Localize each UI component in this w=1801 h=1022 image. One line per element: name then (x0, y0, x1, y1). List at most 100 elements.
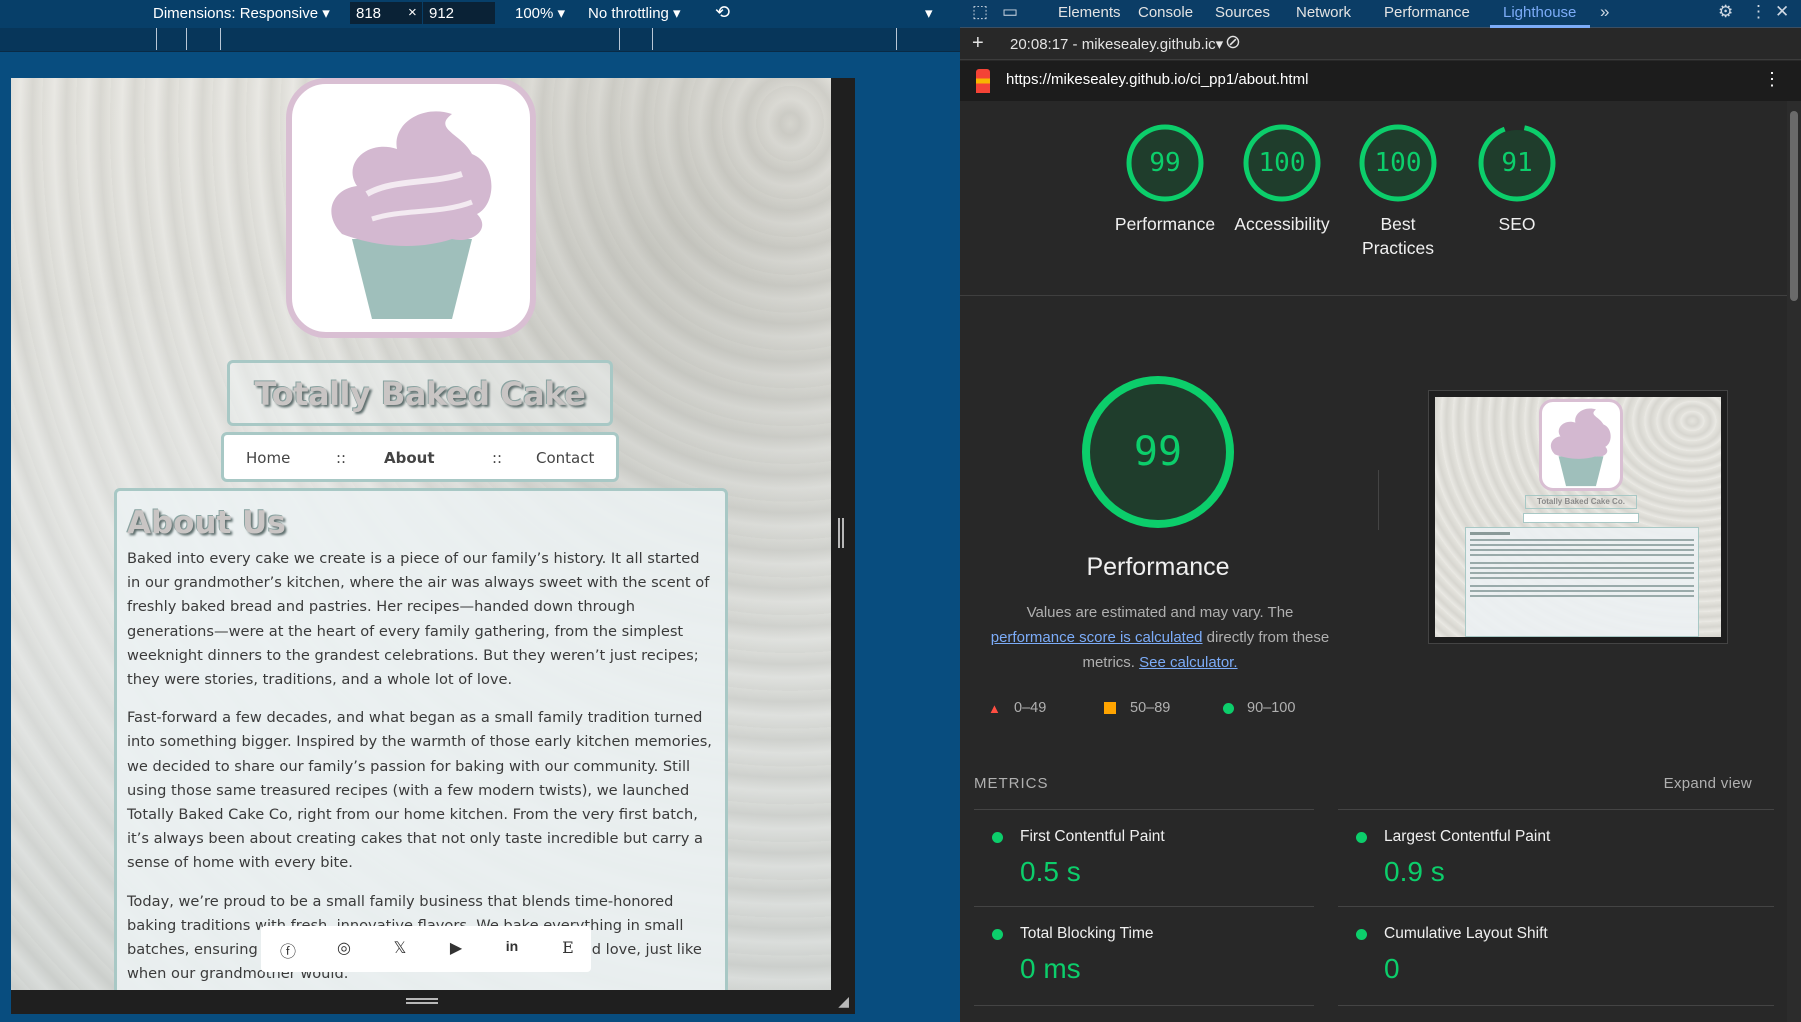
score-label: Performance (1114, 214, 1216, 234)
metric-name: Total Blocking Time (1020, 925, 1154, 942)
metric-fcp: First Contentful Paint 0.5 s (974, 822, 1334, 912)
divider (1338, 906, 1774, 907)
clear-icon[interactable]: ⊘ (1225, 31, 1241, 54)
about-paragraph: Baked into every cake we create is a pie… (127, 550, 710, 689)
gauge-accessibility[interactable]: 100 Accessibility (1217, 122, 1347, 236)
divider (974, 809, 1314, 810)
divider (974, 906, 1314, 907)
report-selector[interactable]: 20:08:17 - mikesealey.github.ic▾ (1010, 35, 1223, 53)
rotate-icon[interactable]: ⟲ (715, 2, 730, 23)
times-sign: × (408, 4, 417, 21)
inspect-element-icon[interactable]: ⬚ (972, 2, 988, 22)
more-options-icon[interactable]: ▾ (925, 4, 933, 22)
gauge-performance[interactable]: 99 Performance (1105, 122, 1225, 236)
device-emulation-area: Dimensions: Responsive ▾ × 100% ▾ No thr… (0, 0, 960, 1022)
settings-gear-icon[interactable]: ⚙ (1718, 2, 1733, 22)
zoom-dropdown[interactable]: 100% ▾ (515, 4, 565, 22)
tab-lighthouse[interactable]: Lighthouse (1503, 4, 1576, 21)
report-url[interactable]: https://mikesealey.github.io/ci_pp1/abou… (1006, 71, 1308, 88)
divider (1338, 809, 1774, 810)
performance-title: Performance (1086, 553, 1230, 581)
metric-value: 0 ms (1020, 953, 1081, 984)
legend-fail: 0–49 (1014, 700, 1047, 716)
youtube-icon[interactable]: ▶ (445, 938, 467, 958)
metric-name: Cumulative Layout Shift (1384, 925, 1548, 942)
score-label: Best Practices (1362, 214, 1434, 258)
tab-network[interactable]: Network (1296, 4, 1351, 21)
pass-circle-icon (992, 929, 1003, 940)
pass-circle-icon (1223, 703, 1234, 714)
about-section: About Us Baked into every cake we create… (114, 488, 728, 990)
legend-pass: 90–100 (1247, 700, 1296, 716)
metric-value: 0.9 s (1384, 856, 1445, 887)
performance-description: Values are estimated and may vary. The p… (990, 604, 1330, 671)
dimensions-dropdown[interactable]: Dimensions: Responsive ▾ (153, 4, 330, 22)
throttling-dropdown[interactable]: No throttling ▾ (588, 4, 681, 22)
expand-view-toggle[interactable]: Expand view (1664, 775, 1752, 792)
new-report-plus-icon[interactable]: + (972, 32, 984, 55)
height-input[interactable] (423, 2, 495, 24)
legend-average: 50–89 (1130, 700, 1171, 716)
metric-tbt: Total Blocking Time 0 ms (974, 919, 1334, 1009)
instagram-icon[interactable]: ◎ (333, 938, 355, 958)
nav-contact-link[interactable]: Contact (536, 449, 594, 467)
metrics-title: METRICS (974, 775, 1049, 792)
metric-value: 0.5 s (1020, 856, 1081, 887)
pass-circle-icon (1356, 929, 1367, 940)
dropdown-arrow-icon: ▾ (322, 5, 330, 22)
nav-separator: :: (336, 449, 347, 467)
tab-console[interactable]: Console (1138, 4, 1193, 21)
gauge-seo[interactable]: 91 SEO (1457, 122, 1577, 236)
score-calculated-link[interactable]: performance score is calculated (991, 629, 1203, 646)
pass-circle-icon (1356, 832, 1367, 843)
tab-performance[interactable]: Performance (1384, 4, 1470, 21)
tab-elements[interactable]: Elements (1058, 4, 1121, 21)
score-label: Accessibility (1234, 214, 1330, 234)
zoom-label: 100% (515, 5, 554, 22)
close-icon[interactable]: ✕ (1775, 2, 1789, 22)
gauge-best-practices[interactable]: 100 Best Practices (1338, 122, 1458, 260)
lighthouse-icon (976, 69, 990, 93)
score-value: 100 (1374, 148, 1422, 178)
devtools-panel: ⬚ ▭ Elements Console Sources Network Per… (960, 0, 1801, 1022)
nav-separator: :: (492, 449, 503, 467)
device-toolbar: Dimensions: Responsive ▾ × 100% ▾ No thr… (0, 0, 960, 28)
resize-handle[interactable] (838, 518, 844, 548)
thumbnail-title: Totally Baked Cake Co. (1525, 495, 1637, 509)
devtools-scrollbar[interactable] (1787, 101, 1801, 1022)
cupcake-logo (286, 78, 536, 338)
thumbnail-logo (1539, 399, 1623, 491)
x-icon[interactable]: 𝕏 (389, 938, 411, 958)
device-toggle-icon[interactable]: ▭ (1002, 2, 1018, 22)
nav-about-link[interactable]: About (384, 449, 435, 467)
see-calculator-link[interactable]: See calculator. (1139, 654, 1237, 671)
score-value: 99 (1149, 148, 1181, 178)
linkedin-icon[interactable]: in (501, 938, 523, 954)
metric-lcp: Largest Contentful Paint 0.9 s (1338, 822, 1698, 912)
corner-resize-handle[interactable]: ◢ (838, 993, 849, 1010)
etsy-icon[interactable]: E (557, 938, 579, 957)
facebook-icon[interactable]: ⓕ (277, 938, 299, 962)
report-menu-icon[interactable]: ⋮ (1763, 69, 1781, 90)
page-viewport[interactable]: Totally Baked Cake Co. Home :: About :: … (11, 78, 831, 990)
social-links-bar: ⓕ ◎ 𝕏 ▶ in E (261, 926, 591, 972)
bottom-resize-handle[interactable] (406, 998, 438, 1004)
divider (974, 1005, 1314, 1006)
site-title[interactable]: Totally Baked Cake Co. (227, 360, 613, 475)
tab-sources[interactable]: Sources (1215, 4, 1270, 21)
score-legend: ▲ 0–49 50–89 90–100 (988, 700, 1358, 724)
performance-big-gauge: 99 (1078, 372, 1238, 532)
pass-circle-icon (992, 832, 1003, 843)
lighthouse-toolbar: + 20:08:17 - mikesealey.github.ic▾ ⊘ (960, 28, 1801, 60)
about-heading: About Us (127, 505, 286, 541)
page-screenshot-thumbnail[interactable]: Totally Baked Cake Co. (1428, 390, 1728, 644)
kebab-menu-icon[interactable]: ⋮ (1750, 2, 1767, 22)
thumbnail-content (1465, 527, 1699, 637)
more-tabs-icon[interactable]: » (1600, 2, 1609, 22)
average-square-icon (1104, 702, 1116, 714)
metric-name: First Contentful Paint (1020, 828, 1165, 845)
metric-name: Largest Contentful Paint (1384, 828, 1551, 845)
scrollbar-thumb[interactable] (1790, 111, 1798, 301)
about-paragraph: Fast-forward a few decades, and what beg… (127, 709, 712, 872)
nav-home-link[interactable]: Home (246, 449, 290, 467)
